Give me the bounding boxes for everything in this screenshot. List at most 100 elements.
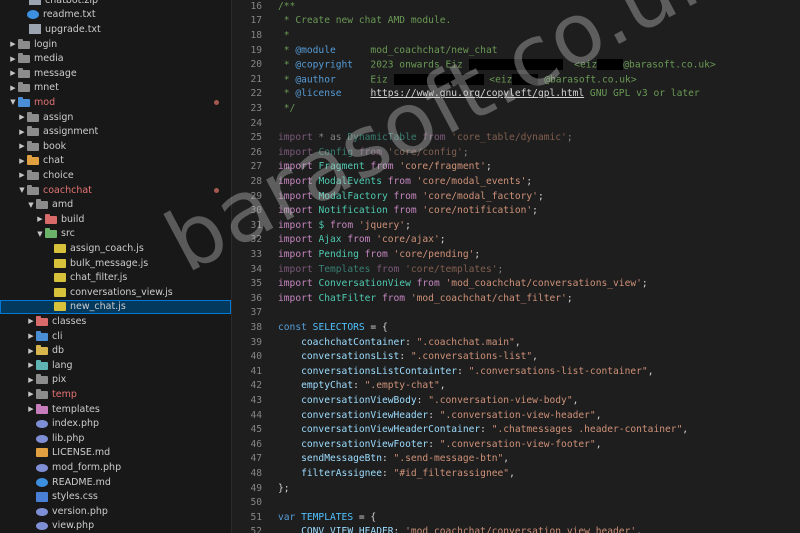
- chevron-right-icon[interactable]: ▶: [26, 347, 36, 355]
- explorer-file[interactable]: readme.txt: [0, 8, 231, 23]
- explorer-folder[interactable]: ▶ assignment: [0, 124, 231, 139]
- code-line[interactable]: 50: [232, 495, 800, 510]
- code-token: SELECTORS: [312, 321, 365, 333]
- explorer-file[interactable]: README.md: [0, 475, 231, 490]
- code-line[interactable]: 46 conversationViewFooter: ".conversatio…: [232, 437, 800, 452]
- code-line[interactable]: 43 conversationViewBody: ".conversation-…: [232, 393, 800, 408]
- chevron-right-icon[interactable]: ▶: [26, 405, 36, 413]
- explorer-folder[interactable]: ▼ coachchat: [0, 183, 231, 198]
- code-line[interactable]: 28 import ModalEvents from 'core/modal_ev…: [232, 174, 800, 189]
- code-line[interactable]: 42 emptyChat: ".empty-chat",: [232, 379, 800, 394]
- code-line[interactable]: 33 import Pending from 'core/pending';: [232, 247, 800, 262]
- code-line[interactable]: 29 import ModalFactory from 'core/modal_f…: [232, 189, 800, 204]
- code-line[interactable]: 49};: [232, 481, 800, 496]
- info-icon: [36, 477, 48, 487]
- code-line[interactable]: 26 import Config from 'core/config';: [232, 145, 800, 160]
- explorer-file[interactable]: styles.css: [0, 489, 231, 504]
- explorer-file[interactable]: assign_coach.js: [0, 241, 231, 256]
- chevron-right-icon[interactable]: ▶: [8, 40, 18, 48]
- explorer-file[interactable]: conversations_view.js: [0, 285, 231, 300]
- chevron-right-icon[interactable]: ▶: [8, 55, 18, 63]
- explorer-file[interactable]: mod_form.php: [0, 460, 231, 475]
- code-line[interactable]: 34 import Templates from 'core/templates'…: [232, 262, 800, 277]
- code-line[interactable]: 41 conversationsListContainter: ".conver…: [232, 364, 800, 379]
- code-line[interactable]: 47 sendMessageBtn: ".send-message-btn",: [232, 452, 800, 467]
- chevron-right-icon[interactable]: ▶: [17, 142, 27, 150]
- code-line[interactable]: 17 * Create new chat AMD module.: [232, 14, 800, 29]
- code-line[interactable]: 39 coachchatContainer: ".coachchat.main"…: [232, 335, 800, 350]
- chevron-down-icon[interactable]: ▼: [17, 186, 27, 194]
- explorer-file[interactable]: lib.php: [0, 431, 231, 446]
- code-token: :: [399, 351, 411, 363]
- chevron-down-icon[interactable]: ▼: [8, 98, 18, 106]
- chevron-right-icon[interactable]: ▶: [26, 332, 36, 340]
- code-line[interactable]: 19 * @module mod_coachchat/new_chat: [232, 43, 800, 58]
- explorer-folder[interactable]: ▶ pix: [0, 373, 231, 388]
- chevron-right-icon[interactable]: ▶: [8, 69, 18, 77]
- explorer-folder[interactable]: ▶ chat: [0, 154, 231, 169]
- explorer-folder[interactable]: ▼ src: [0, 227, 231, 242]
- code-line[interactable]: 35 import ConversationView from 'mod_coac…: [232, 276, 800, 291]
- chevron-down-icon[interactable]: ▼: [26, 201, 36, 209]
- explorer-file[interactable]: chatbot.zip: [0, 0, 231, 8]
- code-line[interactable]: 18 *: [232, 28, 800, 43]
- code-line[interactable]: 32 import Ajax from 'core/ajax';: [232, 233, 800, 248]
- code-line[interactable]: 20 * @copyright 2023 onwards Eiz <eiz @ba…: [232, 57, 800, 72]
- code-line[interactable]: 27 import Fragment from 'core/fragment';: [232, 160, 800, 175]
- explorer-folder[interactable]: ▶ lang: [0, 358, 231, 373]
- explorer-folder[interactable]: ▶ login: [0, 37, 231, 52]
- chevron-down-icon[interactable]: ▼: [35, 230, 45, 238]
- chevron-right-icon[interactable]: ▶: [26, 376, 36, 384]
- code-line[interactable]: 45 conversationViewHeaderContainer: ".ch…: [232, 422, 800, 437]
- code-line[interactable]: 38 const SELECTORS = {: [232, 320, 800, 335]
- code-editor[interactable]: 16 /** 17 * Create new chat AMD module. 18 …: [232, 0, 800, 533]
- chevron-right-icon[interactable]: ▶: [26, 390, 36, 398]
- chevron-right-icon[interactable]: ▶: [17, 128, 27, 136]
- chevron-right-icon[interactable]: ▶: [17, 113, 27, 121]
- explorer-folder[interactable]: ▼ amd: [0, 197, 231, 212]
- explorer-file[interactable]: version.php: [0, 504, 231, 519]
- explorer-folder[interactable]: ▶ book: [0, 139, 231, 154]
- code-line[interactable]: 24: [232, 116, 800, 131]
- code-token: filterAssignee: [301, 467, 382, 479]
- explorer-folder[interactable]: ▶ cli: [0, 329, 231, 344]
- explorer-file[interactable]: index.php: [0, 416, 231, 431]
- chevron-right-icon[interactable]: ▶: [17, 157, 27, 165]
- code-line[interactable]: 22 * @license https://www.gnu.org/copyle…: [232, 87, 800, 102]
- explorer-file[interactable]: LICENSE.md: [0, 446, 231, 461]
- code-line[interactable]: 44 conversationViewHeader: ".conversatio…: [232, 408, 800, 423]
- chevron-right-icon[interactable]: ▶: [26, 361, 36, 369]
- explorer-folder[interactable]: ▼ mod: [0, 95, 231, 110]
- explorer-file[interactable]: upgrade.txt: [0, 22, 231, 37]
- explorer-file[interactable]: new_chat.js: [0, 299, 231, 315]
- explorer-folder[interactable]: ▶ build: [0, 212, 231, 227]
- code-line[interactable]: 21 * @author Eiz <eiz @barasoft.co.uk>: [232, 72, 800, 87]
- code-line[interactable]: 25 import * as DynamicTable from 'core_ta…: [232, 130, 800, 145]
- chevron-right-icon[interactable]: ▶: [26, 317, 36, 325]
- explorer-file[interactable]: bulk_message.js: [0, 256, 231, 271]
- code-line[interactable]: 16 /**: [232, 0, 800, 14]
- explorer-folder[interactable]: ▶ db: [0, 343, 231, 358]
- code-line[interactable]: 37: [232, 306, 800, 321]
- explorer-file[interactable]: chat_filter.js: [0, 270, 231, 285]
- explorer-folder[interactable]: ▶ assign: [0, 110, 231, 125]
- code-line[interactable]: 51 var TEMPLATES = {: [232, 510, 800, 525]
- code-line[interactable]: 48 filterAssignee: "#id_filterassignee",: [232, 466, 800, 481]
- explorer-folder[interactable]: ▶ templates: [0, 402, 231, 417]
- explorer-folder[interactable]: ▶ message: [0, 66, 231, 81]
- code-line[interactable]: 52 CONV_VIEW_HEADER: 'mod_coachchat/conv…: [232, 525, 800, 533]
- explorer-folder[interactable]: ▶ temp: [0, 387, 231, 402]
- chevron-right-icon[interactable]: ▶: [17, 171, 27, 179]
- code-line[interactable]: 31 import $ from 'jquery';: [232, 218, 800, 233]
- code-line[interactable]: 23 */: [232, 101, 800, 116]
- code-line[interactable]: 40 conversationsList: ".conversations-li…: [232, 349, 800, 364]
- explorer-folder[interactable]: ▶ mnet: [0, 81, 231, 96]
- code-line[interactable]: 30 import Notification from 'core/notific…: [232, 203, 800, 218]
- explorer-file[interactable]: view.php: [0, 519, 231, 533]
- chevron-right-icon[interactable]: ▶: [35, 215, 45, 223]
- code-line[interactable]: 36 import ChatFilter from 'mod_coachchat/…: [232, 291, 800, 306]
- chevron-right-icon[interactable]: ▶: [8, 84, 18, 92]
- explorer-folder[interactable]: ▶ classes: [0, 314, 231, 329]
- explorer-folder[interactable]: ▶ media: [0, 51, 231, 66]
- explorer-folder[interactable]: ▶ choice: [0, 168, 231, 183]
